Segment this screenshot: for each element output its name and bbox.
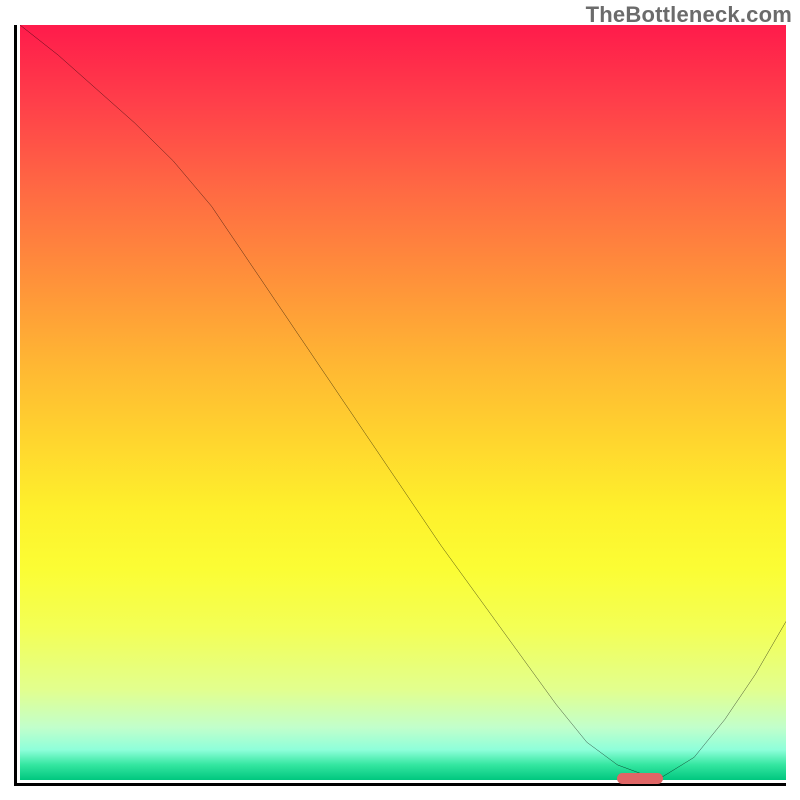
minimum-marker — [617, 773, 663, 784]
curve-path — [20, 25, 786, 776]
curve-svg — [20, 25, 786, 780]
chart-container: TheBottleneck.com — [0, 0, 800, 800]
plot-frame — [14, 25, 786, 786]
